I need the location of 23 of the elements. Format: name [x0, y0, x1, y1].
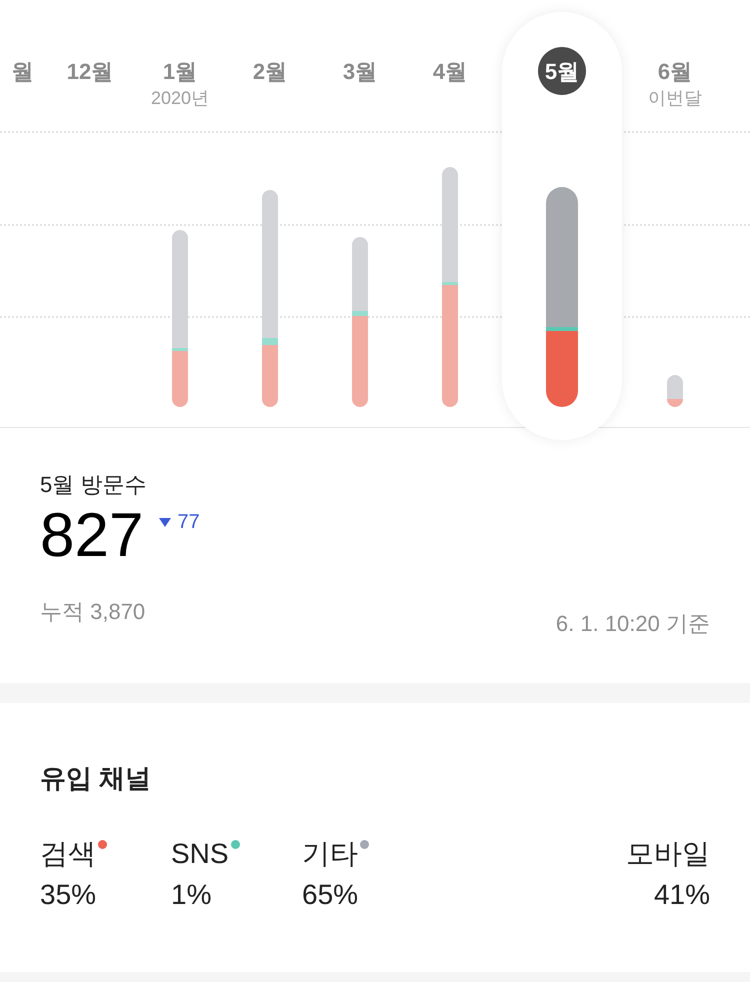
update-timestamp: 6. 1. 10:20 기준: [556, 610, 710, 638]
month-tab[interactable]: 3월: [342, 47, 378, 95]
mobile-label: 모바일: [626, 837, 710, 871]
channel-label: 기타: [302, 837, 358, 871]
channel-percentage: 65%: [302, 878, 360, 912]
section-title: 유입 채널: [40, 763, 152, 793]
month-sublabel: 이번달: [648, 89, 702, 107]
cumulative-visits: 누적 3,870: [40, 598, 146, 626]
month-tab[interactable]: 4월: [432, 47, 468, 95]
visits-count: 827: [40, 505, 144, 567]
month-tab[interactable]: 2월: [252, 47, 288, 95]
mobile-percentage: 41%: [654, 878, 710, 912]
channel-percentage: 1%: [171, 878, 212, 912]
month-sublabel: 2020년: [150, 89, 210, 107]
visits-change: 77: [177, 510, 200, 535]
channel-percentage: 35%: [40, 878, 98, 912]
channel-label: SNS: [171, 837, 229, 871]
stacked-bar: [667, 375, 683, 407]
visits-title: 5월 방문수: [40, 471, 148, 499]
channel-label: 검색: [40, 837, 96, 871]
month-tab[interactable]: 12월: [66, 47, 114, 95]
month-tab[interactable]: 월: [12, 47, 34, 95]
down-triangle-icon: [159, 518, 172, 526]
